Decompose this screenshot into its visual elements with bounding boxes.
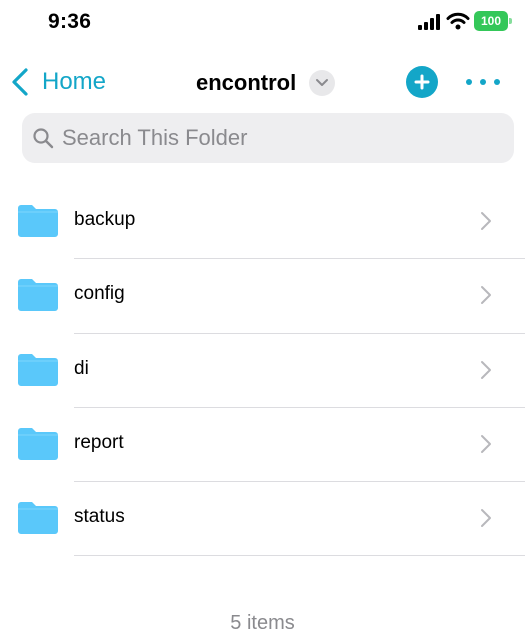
battery-cap <box>509 18 512 24</box>
item-count: 5 items <box>230 612 295 634</box>
navigation-bar: Home encontrol <box>0 56 525 108</box>
folder-list: backup config di report status <box>0 185 525 557</box>
folder-name: report <box>74 431 124 453</box>
status-bar: 9:36 100 <box>0 0 525 44</box>
folder-icon <box>18 353 58 386</box>
plus-icon <box>414 74 430 90</box>
folder-icon <box>18 205 58 237</box>
back-button[interactable]: Home <box>10 64 106 100</box>
files-app-screen: 9:36 100 Home encontrol Search This Fold… <box>0 0 525 635</box>
folder-name: backup <box>74 209 136 230</box>
chevron-left-icon <box>12 68 28 96</box>
search-icon <box>33 128 54 149</box>
folder-row-status[interactable]: status <box>0 482 525 557</box>
back-label: Home <box>42 68 107 95</box>
folder-row-backup[interactable]: backup <box>0 185 525 260</box>
page-title: encontrol <box>196 70 297 95</box>
ellipsis-icon <box>466 79 472 85</box>
folder-icon <box>18 279 58 312</box>
folder-title-menu[interactable]: encontrol <box>196 68 336 98</box>
folder-name: status <box>74 506 125 528</box>
cellular-signal-icon <box>418 14 440 30</box>
battery-level: 100 <box>474 11 508 31</box>
folder-row-config[interactable]: config <box>0 259 525 334</box>
row-divider <box>74 555 525 557</box>
folder-icon <box>18 427 58 460</box>
folder-name: config <box>74 283 125 305</box>
more-options-button[interactable] <box>466 72 500 92</box>
chevron-right-icon <box>481 212 491 230</box>
search-input[interactable] <box>62 125 502 151</box>
status-time: 9:36 <box>48 10 92 33</box>
search-bar[interactable] <box>22 113 514 163</box>
chevron-right-icon <box>481 509 491 528</box>
battery-icon: 100 <box>474 11 514 31</box>
folder-row-di[interactable]: di <box>0 334 525 408</box>
ellipsis-dot <box>494 79 500 85</box>
add-button[interactable] <box>406 66 438 98</box>
chevron-right-icon <box>481 434 491 453</box>
folder-row-report[interactable]: report <box>0 408 525 483</box>
folder-name: di <box>74 357 89 379</box>
folder-icon <box>18 502 58 535</box>
chevron-right-icon <box>481 360 491 379</box>
wifi-icon <box>446 12 470 30</box>
ellipsis-dot <box>480 79 486 85</box>
chevron-right-icon <box>481 286 491 305</box>
chevron-down-icon <box>309 70 336 96</box>
